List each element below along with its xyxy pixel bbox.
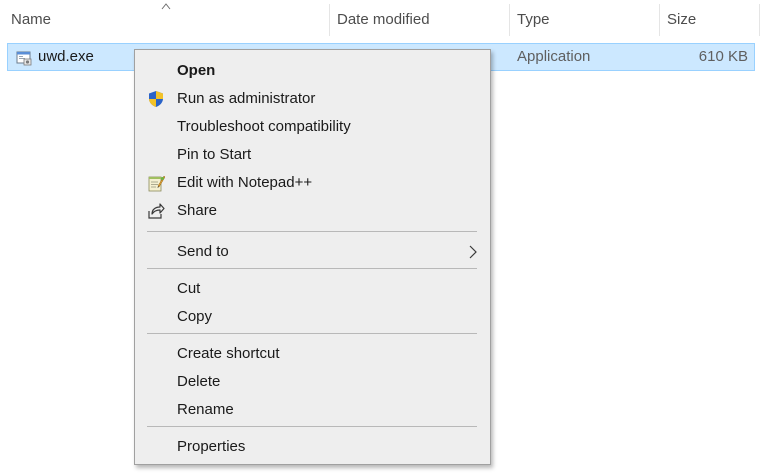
- menu-item-label: Create shortcut: [177, 345, 280, 362]
- menu-item-label: Cut: [177, 280, 201, 297]
- menu-separator: [147, 268, 477, 269]
- menu-item-cut[interactable]: Cut: [135, 275, 490, 303]
- application-exe-icon: [16, 51, 32, 66]
- menu-separator: [147, 231, 477, 232]
- menu-item-label: Run as administrator: [177, 90, 316, 107]
- menu-item-label: Pin to Start: [177, 146, 252, 163]
- column-type[interactable]: Type: [510, 0, 660, 40]
- notepad-plus-plus-icon: [148, 175, 165, 192]
- menu-item-label: Rename: [177, 401, 234, 418]
- context-menu: Open Run as administrator Troubleshoot c…: [134, 49, 491, 465]
- share-icon: [148, 203, 165, 219]
- file-type: Application: [517, 48, 591, 65]
- menu-item-label: Open: [177, 62, 216, 79]
- menu-item-send-to[interactable]: Send to: [135, 238, 490, 266]
- menu-item-create-shortcut[interactable]: Create shortcut: [135, 340, 490, 368]
- menu-item-open[interactable]: Open: [135, 57, 490, 85]
- column-divider[interactable]: [759, 4, 760, 36]
- column-name[interactable]: Name: [0, 0, 330, 40]
- uac-shield-icon: [149, 91, 163, 107]
- file-size: 610 KB: [698, 48, 748, 65]
- column-date-modified[interactable]: Date modified: [330, 0, 510, 40]
- menu-item-label: Delete: [177, 373, 221, 390]
- column-header: Name Date modified Type Size: [0, 0, 764, 40]
- menu-item-label: Troubleshoot compatibility: [177, 118, 351, 135]
- menu-item-delete[interactable]: Delete: [135, 368, 490, 396]
- menu-item-troubleshoot-compatibility[interactable]: Troubleshoot compatibility: [135, 113, 490, 141]
- menu-item-label: Copy: [177, 308, 213, 325]
- menu-item-label: Send to: [177, 243, 229, 260]
- menu-item-label: Edit with Notepad++: [177, 174, 313, 191]
- menu-item-label: Properties: [177, 438, 246, 455]
- menu-item-pin-to-start[interactable]: Pin to Start: [135, 141, 490, 169]
- file-name: uwd.exe: [38, 48, 94, 65]
- menu-separator: [147, 426, 477, 427]
- menu-item-run-as-administrator[interactable]: Run as administrator: [135, 85, 490, 113]
- column-size[interactable]: Size: [660, 0, 760, 40]
- menu-item-share[interactable]: Share: [135, 197, 490, 225]
- chevron-right-icon: [469, 245, 477, 259]
- menu-item-edit-with-notepad-plus-plus[interactable]: Edit with Notepad++: [135, 169, 490, 197]
- menu-item-rename[interactable]: Rename: [135, 396, 490, 424]
- menu-item-properties[interactable]: Properties: [135, 433, 490, 461]
- menu-item-copy[interactable]: Copy: [135, 303, 490, 331]
- menu-separator: [147, 333, 477, 334]
- menu-item-label: Share: [177, 202, 218, 219]
